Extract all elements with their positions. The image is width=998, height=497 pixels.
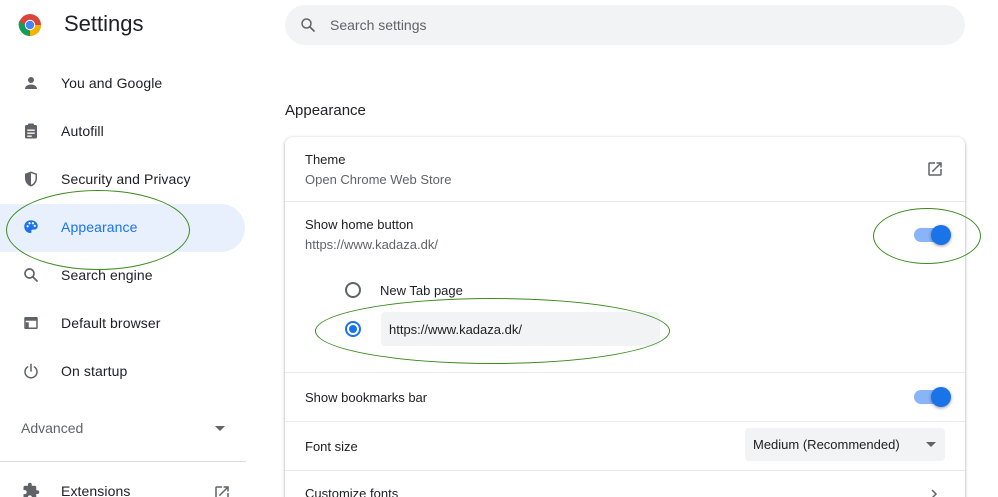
chevron-down-icon[interactable] <box>215 426 225 431</box>
toggle-knob <box>931 387 951 407</box>
browser-window-icon <box>20 312 42 334</box>
home-button-toggle[interactable] <box>914 225 951 245</box>
sidebar-item-label: On startup <box>61 363 128 379</box>
row-divider <box>285 372 965 373</box>
sidebar-item-appearance[interactable]: Appearance <box>0 204 245 252</box>
bookmarks-bar-toggle[interactable] <box>914 387 951 407</box>
font-size-value: Medium (Recommended) <box>753 437 900 452</box>
custom-url-input[interactable] <box>381 312 660 346</box>
sidebar-item-label: Appearance <box>61 219 138 235</box>
toggle-knob <box>931 225 951 245</box>
sidebar-item-label: Default browser <box>61 315 161 331</box>
power-icon <box>20 360 42 382</box>
sidebar-item-autofill[interactable]: Autofill <box>0 108 245 156</box>
sidebar-item-label: Security and Privacy <box>61 171 191 187</box>
open-in-new-icon <box>215 486 229 497</box>
clipboard-icon <box>20 120 42 142</box>
puzzle-icon <box>20 480 42 497</box>
search-icon <box>301 18 315 32</box>
shield-icon <box>20 168 42 190</box>
appearance-card: Theme Open Chrome Web Store Show home bu… <box>285 137 965 497</box>
magnifier-icon <box>20 264 42 286</box>
sidebar-item-security-and-privacy[interactable]: Security and Privacy <box>0 156 245 204</box>
sidebar-divider <box>0 461 246 462</box>
home-button-label: Show home button <box>305 217 414 232</box>
sidebar-item-you-and-google[interactable]: You and Google <box>0 60 245 108</box>
sidebar-item-label: Autofill <box>61 123 104 139</box>
radio-new-tab-page-label: New Tab page <box>380 283 463 298</box>
sidebar-item-search-engine[interactable]: Search engine <box>0 252 245 300</box>
customize-fonts-label: Customize fonts <box>305 486 399 497</box>
open-in-new-icon[interactable] <box>926 160 944 178</box>
sidebar-item-label: Extensions <box>61 483 131 497</box>
search-input[interactable] <box>330 5 930 45</box>
sidebar-item-on-startup[interactable]: On startup <box>0 348 245 396</box>
search-bar[interactable] <box>285 5 965 45</box>
chevron-down-icon <box>926 442 936 447</box>
app-title: Settings <box>64 11 144 36</box>
row-divider <box>285 201 965 202</box>
sidebar-item-label: Search engine <box>61 267 153 283</box>
person-icon <box>20 72 42 94</box>
chevron-right-icon <box>931 489 938 497</box>
radio-new-tab-page[interactable] <box>345 282 361 298</box>
bookmarks-bar-label: Show bookmarks bar <box>305 390 428 405</box>
palette-icon <box>20 216 42 238</box>
home-button-sublabel: https://www.kadaza.dk/ <box>305 237 438 252</box>
radio-custom-url[interactable] <box>345 321 361 337</box>
section-title: Appearance <box>285 102 366 119</box>
sidebar-item-default-browser[interactable]: Default browser <box>0 300 245 348</box>
theme-sublabel: Open Chrome Web Store <box>305 172 452 187</box>
row-divider <box>285 421 965 422</box>
font-size-select[interactable]: Medium (Recommended) <box>745 428 945 461</box>
theme-row[interactable]: Theme Open Chrome Web Store <box>285 137 965 201</box>
font-size-label: Font size <box>305 439 358 454</box>
advanced-toggle[interactable]: Advanced <box>21 420 83 436</box>
sidebar-item-extensions[interactable]: Extensions <box>0 468 245 497</box>
sidebar-item-label: You and Google <box>61 75 163 91</box>
chrome-logo-icon <box>18 14 41 36</box>
customize-fonts-row[interactable]: Customize fonts <box>285 471 965 497</box>
theme-label: Theme <box>305 152 346 167</box>
